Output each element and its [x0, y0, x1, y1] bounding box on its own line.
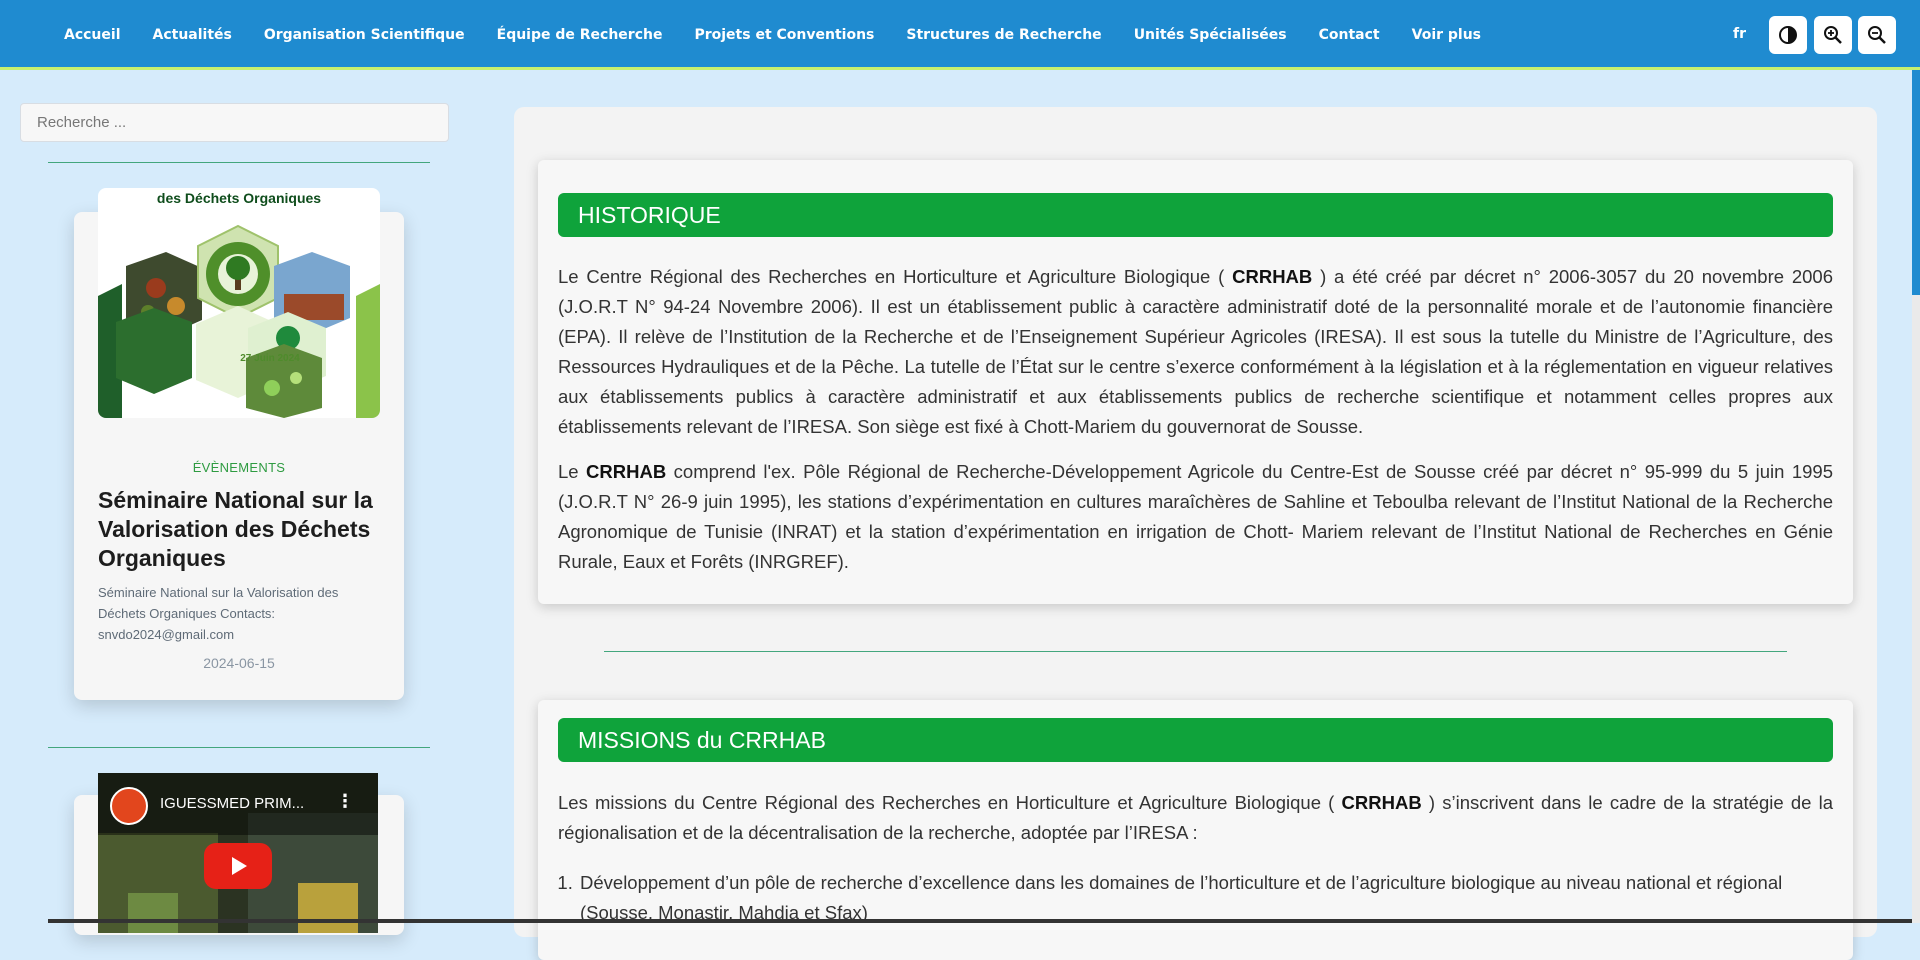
event-title[interactable]: Séminaire National sur la Valorisation d…: [98, 486, 388, 573]
channel-avatar[interactable]: [110, 787, 148, 825]
half-moon-icon: [1779, 26, 1797, 44]
kebab-menu-icon[interactable]: ⋮: [336, 791, 354, 812]
nav-item-accueil[interactable]: Accueil: [64, 27, 121, 43]
poster-hexagon-collage: [98, 224, 380, 418]
sidebar-divider: [48, 162, 430, 163]
nav-item-equipe-de-recherche[interactable]: Équipe de Recherche: [497, 27, 663, 43]
nav-item-actualites[interactable]: Actualités: [153, 27, 232, 43]
video-title[interactable]: IGUESSMED PRIM...: [160, 795, 304, 812]
event-category: ÉVÈNEMENTS: [192, 460, 286, 475]
missions-intro: Les missions du Centre Régional des Rech…: [558, 792, 1833, 843]
zoom-in-icon: [1824, 26, 1842, 44]
youtube-video-embed[interactable]: IGUESSMED PRIM... ⋮: [98, 773, 378, 933]
nav-item-structures-de-recherche[interactable]: Structures de Recherche: [906, 27, 1101, 43]
event-poster-image[interactable]: des Déchets Organiques 27 Juin 2024: [98, 188, 380, 418]
top-navbar: Accueil Actualités Organisation Scientif…: [0, 0, 1920, 70]
scrollbar-thumb[interactable]: [1912, 70, 1920, 295]
dark-mode-button[interactable]: [1769, 16, 1807, 54]
nav-menu: Accueil Actualités Organisation Scientif…: [48, 0, 1497, 70]
historique-heading: HISTORIQUE: [558, 193, 1833, 237]
event-description: Séminaire National sur la Valorisation d…: [98, 585, 339, 642]
bottom-edge-bar: [48, 919, 1912, 923]
search-input[interactable]: [20, 103, 449, 142]
event-date: 2024-06-15: [203, 655, 275, 671]
content-divider: [604, 651, 1787, 652]
language-selector[interactable]: fr: [1733, 26, 1746, 42]
nav-item-unites-specialisees[interactable]: Unités Spécialisées: [1134, 27, 1287, 43]
sidebar-divider-2: [48, 747, 430, 748]
zoom-in-button[interactable]: [1814, 16, 1852, 54]
play-icon: [232, 857, 247, 875]
nav-item-organisation-scientifique[interactable]: Organisation Scientifique: [264, 27, 465, 43]
zoom-out-icon: [1868, 26, 1886, 44]
zoom-out-button[interactable]: [1858, 16, 1896, 54]
missions-heading: MISSIONS du CRRHAB: [558, 718, 1833, 762]
nav-item-contact[interactable]: Contact: [1319, 27, 1380, 43]
poster-date: 27 Juin 2024: [240, 353, 300, 364]
historique-paragraph-2: Le CRRHAB comprend l'ex. Pôle Régional d…: [558, 461, 1833, 572]
historique-paragraph-1: Le Centre Régional des Recherches en Hor…: [558, 266, 1833, 437]
nav-item-projets-et-conventions[interactable]: Projets et Conventions: [694, 27, 874, 43]
play-button[interactable]: [204, 843, 272, 889]
nav-item-voir-plus[interactable]: Voir plus: [1412, 27, 1481, 43]
